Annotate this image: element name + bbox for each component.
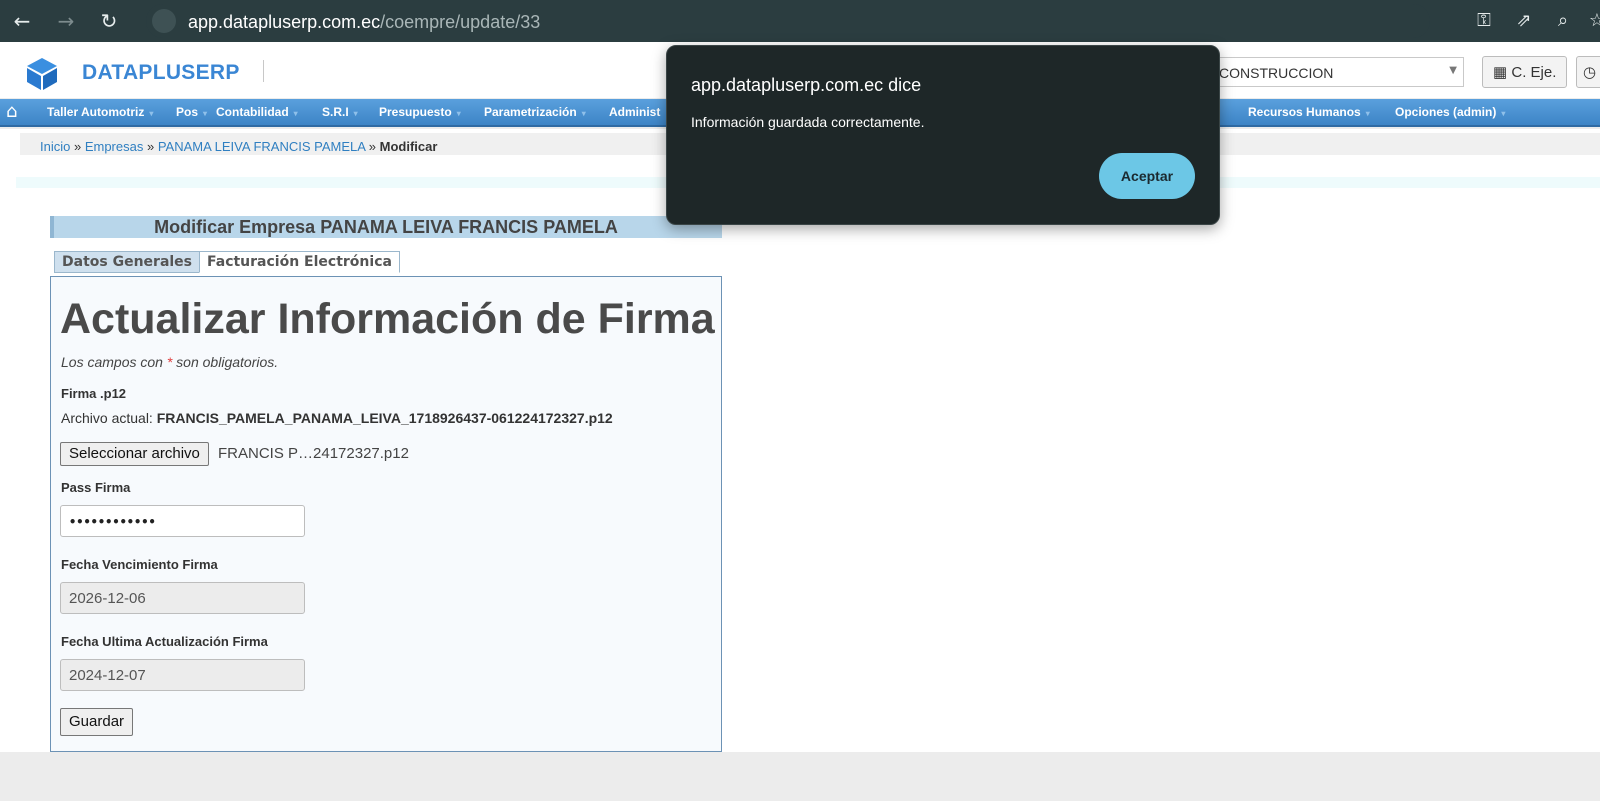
menu-item-pos[interactable]: Pos ▾ — [176, 105, 207, 119]
back-arrow-icon[interactable]: ← — [9, 8, 35, 34]
dialog-title: app.datapluserp.com.ec dice — [691, 75, 922, 95]
dialog-message: Información guardada correctamente. — [691, 114, 925, 130]
open-external-icon[interactable]: ⇗ — [1511, 8, 1537, 34]
current-file-name: FRANCIS_PAMELA_PANAMA_LEIVA_1718926437-0… — [156, 410, 613, 426]
breadcrumb-link-empresa[interactable]: PANAMA LEIVA FRANCIS PAMELA — [158, 139, 365, 154]
bookmark-star-icon[interactable]: ☆ — [1584, 8, 1600, 34]
breadcrumb-separator: » — [70, 139, 85, 154]
breadcrumb: Inicio » Empresas » PANAMA LEIVA FRANCIS… — [40, 139, 437, 154]
company-select-value: CONSTRUCCION — [1219, 65, 1334, 81]
header-divider — [263, 60, 264, 82]
home-icon[interactable]: ⌂ — [6, 101, 28, 123]
ceje-button[interactable]: ▦ C. Eje. — [1482, 56, 1568, 88]
zoom-icon[interactable]: ⌕ — [1550, 8, 1576, 34]
ceje-button-label: C. Eje. — [1511, 64, 1557, 81]
chosen-file-name: FRANCIS P…24172327.p12 — [218, 445, 409, 462]
menu-item-sri[interactable]: S.R.I ▾ — [322, 105, 358, 119]
pass-firma-input[interactable]: •••••••••••• — [60, 505, 305, 537]
breadcrumb-link-inicio[interactable]: Inicio — [40, 139, 70, 154]
form-title: Modificar Empresa PANAMA LEIVA FRANCIS P… — [154, 217, 618, 237]
alert-dialog: app.datapluserp.com.ec dice Información … — [666, 45, 1220, 225]
breadcrumb-current: Modificar — [379, 139, 438, 154]
menu-item-taller[interactable]: Taller Automotriz ▾ — [47, 105, 153, 119]
required-note: Los campos con * son obligatorios. — [61, 354, 279, 370]
chevron-down-icon: ▼ — [1449, 65, 1457, 76]
menu-item-opciones-admin[interactable]: Opciones (admin) ▾ — [1395, 105, 1505, 119]
fecha-vencimiento-field[interactable]: 2026-12-06 — [60, 582, 305, 614]
firma-label: Firma .p12 — [61, 386, 127, 401]
fecha-ultima-actualizacion-field[interactable]: 2024-12-07 — [60, 659, 305, 691]
clock-icon: ◷ — [1583, 64, 1597, 81]
forward-arrow-icon[interactable]: → — [53, 8, 79, 34]
current-file-text: Archivo actual: FRANCIS_PAMELA_PANAMA_LE… — [61, 410, 613, 426]
choose-file-button[interactable]: Seleccionar archivo — [60, 442, 209, 466]
tab-facturacion-electronica[interactable]: Facturación Electrónica — [199, 251, 400, 273]
pass-firma-label: Pass Firma — [61, 480, 131, 495]
browser-toolbar: ← → ↻ app.datapluserp.com.ec/coempre/upd… — [0, 0, 1600, 42]
fecha-ultima-actualizacion-label: Fecha Ultima Actualización Firma — [61, 634, 268, 649]
reload-icon[interactable]: ↻ — [96, 8, 122, 34]
menu-item-parametrizacion[interactable]: Parametrización ▾ — [484, 105, 586, 119]
tab-datos-generales[interactable]: Datos Generales — [54, 251, 201, 273]
breadcrumb-separator: » — [143, 139, 158, 154]
breadcrumb-link-empresas[interactable]: Empresas — [85, 139, 144, 154]
menu-item-contabilidad[interactable]: Contabilidad ▾ — [216, 105, 298, 119]
menu-item-administracion[interactable]: Administ — [609, 105, 660, 119]
key-icon[interactable]: ⚿ — [1471, 8, 1497, 34]
fecha-vencimiento-label: Fecha Vencimiento Firma — [61, 557, 218, 572]
address-bar[interactable]: app.datapluserp.com.ec/coempre/update/33 — [146, 4, 1430, 38]
url-text: app.datapluserp.com.ec/coempre/update/33 — [188, 12, 541, 32]
breadcrumb-separator: » — [365, 139, 380, 154]
menu-item-presupuesto[interactable]: Presupuesto ▾ — [379, 105, 461, 119]
calendar-icon: ▦ — [1493, 64, 1508, 81]
page-title: Actualizar Información de Firma — [60, 295, 715, 343]
save-button[interactable]: Guardar — [60, 708, 134, 736]
accept-button[interactable]: Aceptar — [1099, 153, 1195, 199]
clock-button[interactable]: ◷ — [1576, 56, 1600, 88]
cube-logo-icon — [27, 58, 57, 90]
menu-item-recursos-humanos[interactable]: Recursos Humanos ▾ — [1248, 105, 1370, 119]
brand-name[interactable]: DATAPLUSERP — [82, 61, 240, 85]
site-info-icon[interactable] — [152, 9, 176, 33]
company-select[interactable]: CONSTRUCCION ▼ — [1209, 57, 1464, 87]
